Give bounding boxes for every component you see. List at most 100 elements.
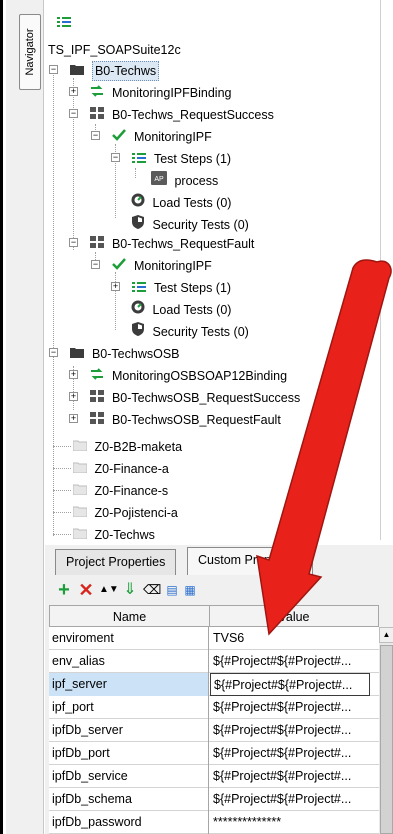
expand-toggle-icon[interactable]: + bbox=[69, 414, 78, 423]
folder-icon bbox=[72, 526, 88, 544]
testsuite-icon bbox=[90, 106, 105, 124]
property-value[interactable]: ${#Project#${#Project#... bbox=[210, 673, 370, 696]
tree-item-label: Test Steps (1) bbox=[153, 151, 232, 166]
tree-item-security-tests[interactable]: Security Tests (0) bbox=[131, 322, 249, 340]
collapse-toggle-icon[interactable]: − bbox=[69, 109, 78, 118]
tree-item-folder[interactable]: Z0-Techws bbox=[72, 525, 155, 544]
tree-item-binding[interactable]: + MonitoringIPFBinding bbox=[69, 83, 231, 101]
table-row[interactable]: ipfDb_port ${#Project#${#Project#... bbox=[49, 742, 379, 765]
column-header-value[interactable]: Value bbox=[209, 605, 379, 627]
properties-panel: Project Properties Custom Properties + ✕… bbox=[45, 545, 393, 834]
collapse-toggle-icon[interactable]: − bbox=[91, 131, 100, 140]
collapse-toggle-icon[interactable]: − bbox=[49, 65, 58, 74]
expand-toggle-icon[interactable]: + bbox=[69, 392, 78, 401]
property-value[interactable]: TVS6 bbox=[210, 627, 370, 650]
tree-item-label: B0-Techws bbox=[91, 61, 160, 81]
tree-item-security-tests[interactable]: Security Tests (0) bbox=[131, 215, 249, 233]
tree-item-load-tests[interactable]: Load Tests (0) bbox=[131, 300, 231, 318]
tree-item-b0-techwsosb[interactable]: − B0-TechwsOSB bbox=[49, 344, 180, 362]
scrollbar-thumb[interactable] bbox=[380, 645, 393, 834]
tree-item-label: B0-Techws_RequestFault bbox=[111, 236, 255, 251]
expand-toggle-icon[interactable]: + bbox=[69, 370, 78, 379]
tree-item-testsuite[interactable]: + B0-TechwsOSB_RequestSuccess bbox=[69, 388, 300, 406]
properties-scrollbar[interactable]: ▲ bbox=[379, 627, 393, 834]
tree-line bbox=[53, 446, 71, 447]
property-value[interactable]: ${#Project#${#Project#... bbox=[210, 788, 370, 811]
clear-icon[interactable]: ⌫ bbox=[143, 581, 161, 599]
svg-text:AP: AP bbox=[154, 176, 164, 183]
table-row[interactable]: enviroment TVS6 bbox=[49, 627, 379, 650]
tree-line bbox=[53, 534, 71, 535]
testsuite-icon bbox=[90, 389, 105, 407]
table-row[interactable]: ipfDb_schema ${#Project#${#Project#... bbox=[49, 788, 379, 811]
tree-item-label: Security Tests (0) bbox=[152, 217, 249, 232]
folder-icon bbox=[72, 438, 88, 456]
tree-line bbox=[53, 68, 54, 536]
download-icon[interactable]: ⇓ bbox=[121, 581, 139, 599]
tree-root[interactable]: TS_IPF_SOAPSuite12c bbox=[48, 40, 181, 58]
expand-toggle-icon[interactable]: + bbox=[69, 87, 78, 96]
table-row[interactable]: ipf_port ${#Project#${#Project#... bbox=[49, 696, 379, 719]
column-header-name[interactable]: Name bbox=[49, 605, 210, 627]
scroll-up-icon[interactable]: ▲ bbox=[379, 627, 393, 643]
shield-icon bbox=[131, 215, 145, 234]
tree-item-folder[interactable]: Z0-Finance-s bbox=[72, 481, 168, 499]
tree-item-folder[interactable]: Z0-Pojistenci-a bbox=[72, 503, 178, 522]
navigator-tab-label: Navigator bbox=[24, 28, 36, 76]
navigator-strip: Navigator bbox=[6, 0, 44, 834]
tree-item-label: Load Tests (0) bbox=[152, 195, 232, 210]
folder-icon bbox=[70, 62, 85, 80]
table-row[interactable]: env_alias ${#Project#${#Project#... bbox=[49, 650, 379, 673]
tree-item-binding[interactable]: + MonitoringOSBSOAP12Binding bbox=[69, 366, 287, 384]
expand-toggle-icon[interactable]: + bbox=[111, 282, 120, 291]
tree-item-folder[interactable]: Z0-B2B-maketa bbox=[72, 437, 182, 456]
property-value[interactable]: ${#Project#${#Project#... bbox=[210, 719, 370, 742]
table-row[interactable]: ipfDb_service ${#Project#${#Project#... bbox=[49, 765, 379, 788]
folder-icon bbox=[70, 345, 85, 363]
tree-item-testcase[interactable]: − MonitoringIPF bbox=[91, 256, 212, 274]
collapse-toggle-icon[interactable]: − bbox=[49, 348, 58, 357]
tree-item-load-tests[interactable]: Load Tests (0) bbox=[131, 193, 231, 211]
tab-project-properties[interactable]: Project Properties bbox=[55, 549, 177, 575]
project-tree[interactable]: TS_IPF_SOAPSuite12c − B0-Techws + Monito… bbox=[45, 38, 380, 542]
collapse-toggle-icon[interactable]: − bbox=[69, 238, 78, 247]
tree-item-label: Test Steps (1) bbox=[153, 280, 232, 295]
property-value[interactable]: ${#Project#${#Project#... bbox=[210, 765, 370, 788]
interface-icon bbox=[90, 84, 104, 102]
save-properties-icon[interactable]: ▦ bbox=[181, 581, 199, 599]
tab-custom-properties[interactable]: Custom Properties bbox=[187, 547, 313, 575]
table-row-selected[interactable]: ipf_server ${#Project#${#Project#... bbox=[49, 673, 379, 696]
tree-item-test-steps[interactable]: + Test Steps (1) bbox=[111, 278, 231, 296]
collapse-toggle-icon[interactable]: − bbox=[91, 260, 100, 269]
collapse-toggle-icon[interactable]: − bbox=[111, 153, 120, 162]
remove-property-icon[interactable]: ✕ bbox=[77, 581, 95, 599]
move-up-down-icon[interactable]: ▲▼ bbox=[99, 581, 119, 599]
property-value[interactable]: ************** bbox=[210, 811, 370, 834]
tree-item-label: Load Tests (0) bbox=[152, 302, 232, 317]
property-name: ipf_port bbox=[49, 696, 209, 719]
navigator-tab[interactable]: Navigator bbox=[19, 14, 41, 90]
property-value[interactable]: ${#Project#${#Project#... bbox=[210, 742, 370, 765]
checkmark-icon bbox=[112, 257, 127, 275]
tree-item-testsuite[interactable]: − B0-Techws_RequestSuccess bbox=[69, 105, 274, 123]
tree-item-process[interactable]: AP process bbox=[151, 171, 218, 189]
tree-line bbox=[53, 468, 71, 469]
table-row[interactable]: ipfDb_password ************** bbox=[49, 811, 379, 834]
tree-item-label: Z0-Pojistenci-a bbox=[94, 505, 178, 520]
property-name: ipfDb_schema bbox=[49, 788, 209, 811]
tree-item-testsuite[interactable]: − B0-Techws_RequestFault bbox=[69, 234, 254, 252]
collapse-all-icon[interactable] bbox=[57, 16, 71, 30]
add-property-icon[interactable]: + bbox=[55, 580, 73, 600]
tree-item-b0-techws[interactable]: − B0-Techws bbox=[49, 61, 160, 81]
checkmark-icon bbox=[112, 128, 127, 146]
tree-item-test-steps[interactable]: − Test Steps (1) bbox=[111, 149, 231, 167]
property-value[interactable]: ${#Project#${#Project#... bbox=[210, 696, 370, 719]
property-value[interactable]: ${#Project#${#Project#... bbox=[210, 650, 370, 673]
properties-table: Name Value enviroment TVS6 env_alias ${#… bbox=[49, 605, 379, 834]
tree-item-folder[interactable]: Z0-Finance-a bbox=[72, 459, 169, 477]
tree-item-testsuite[interactable]: + B0-TechwsOSB_RequestFault bbox=[69, 410, 281, 428]
table-row[interactable]: ipfDb_server ${#Project#${#Project#... bbox=[49, 719, 379, 742]
load-properties-icon[interactable]: ▤ bbox=[163, 581, 181, 599]
folder-icon bbox=[72, 504, 88, 522]
tree-item-testcase[interactable]: − MonitoringIPF bbox=[91, 127, 212, 145]
